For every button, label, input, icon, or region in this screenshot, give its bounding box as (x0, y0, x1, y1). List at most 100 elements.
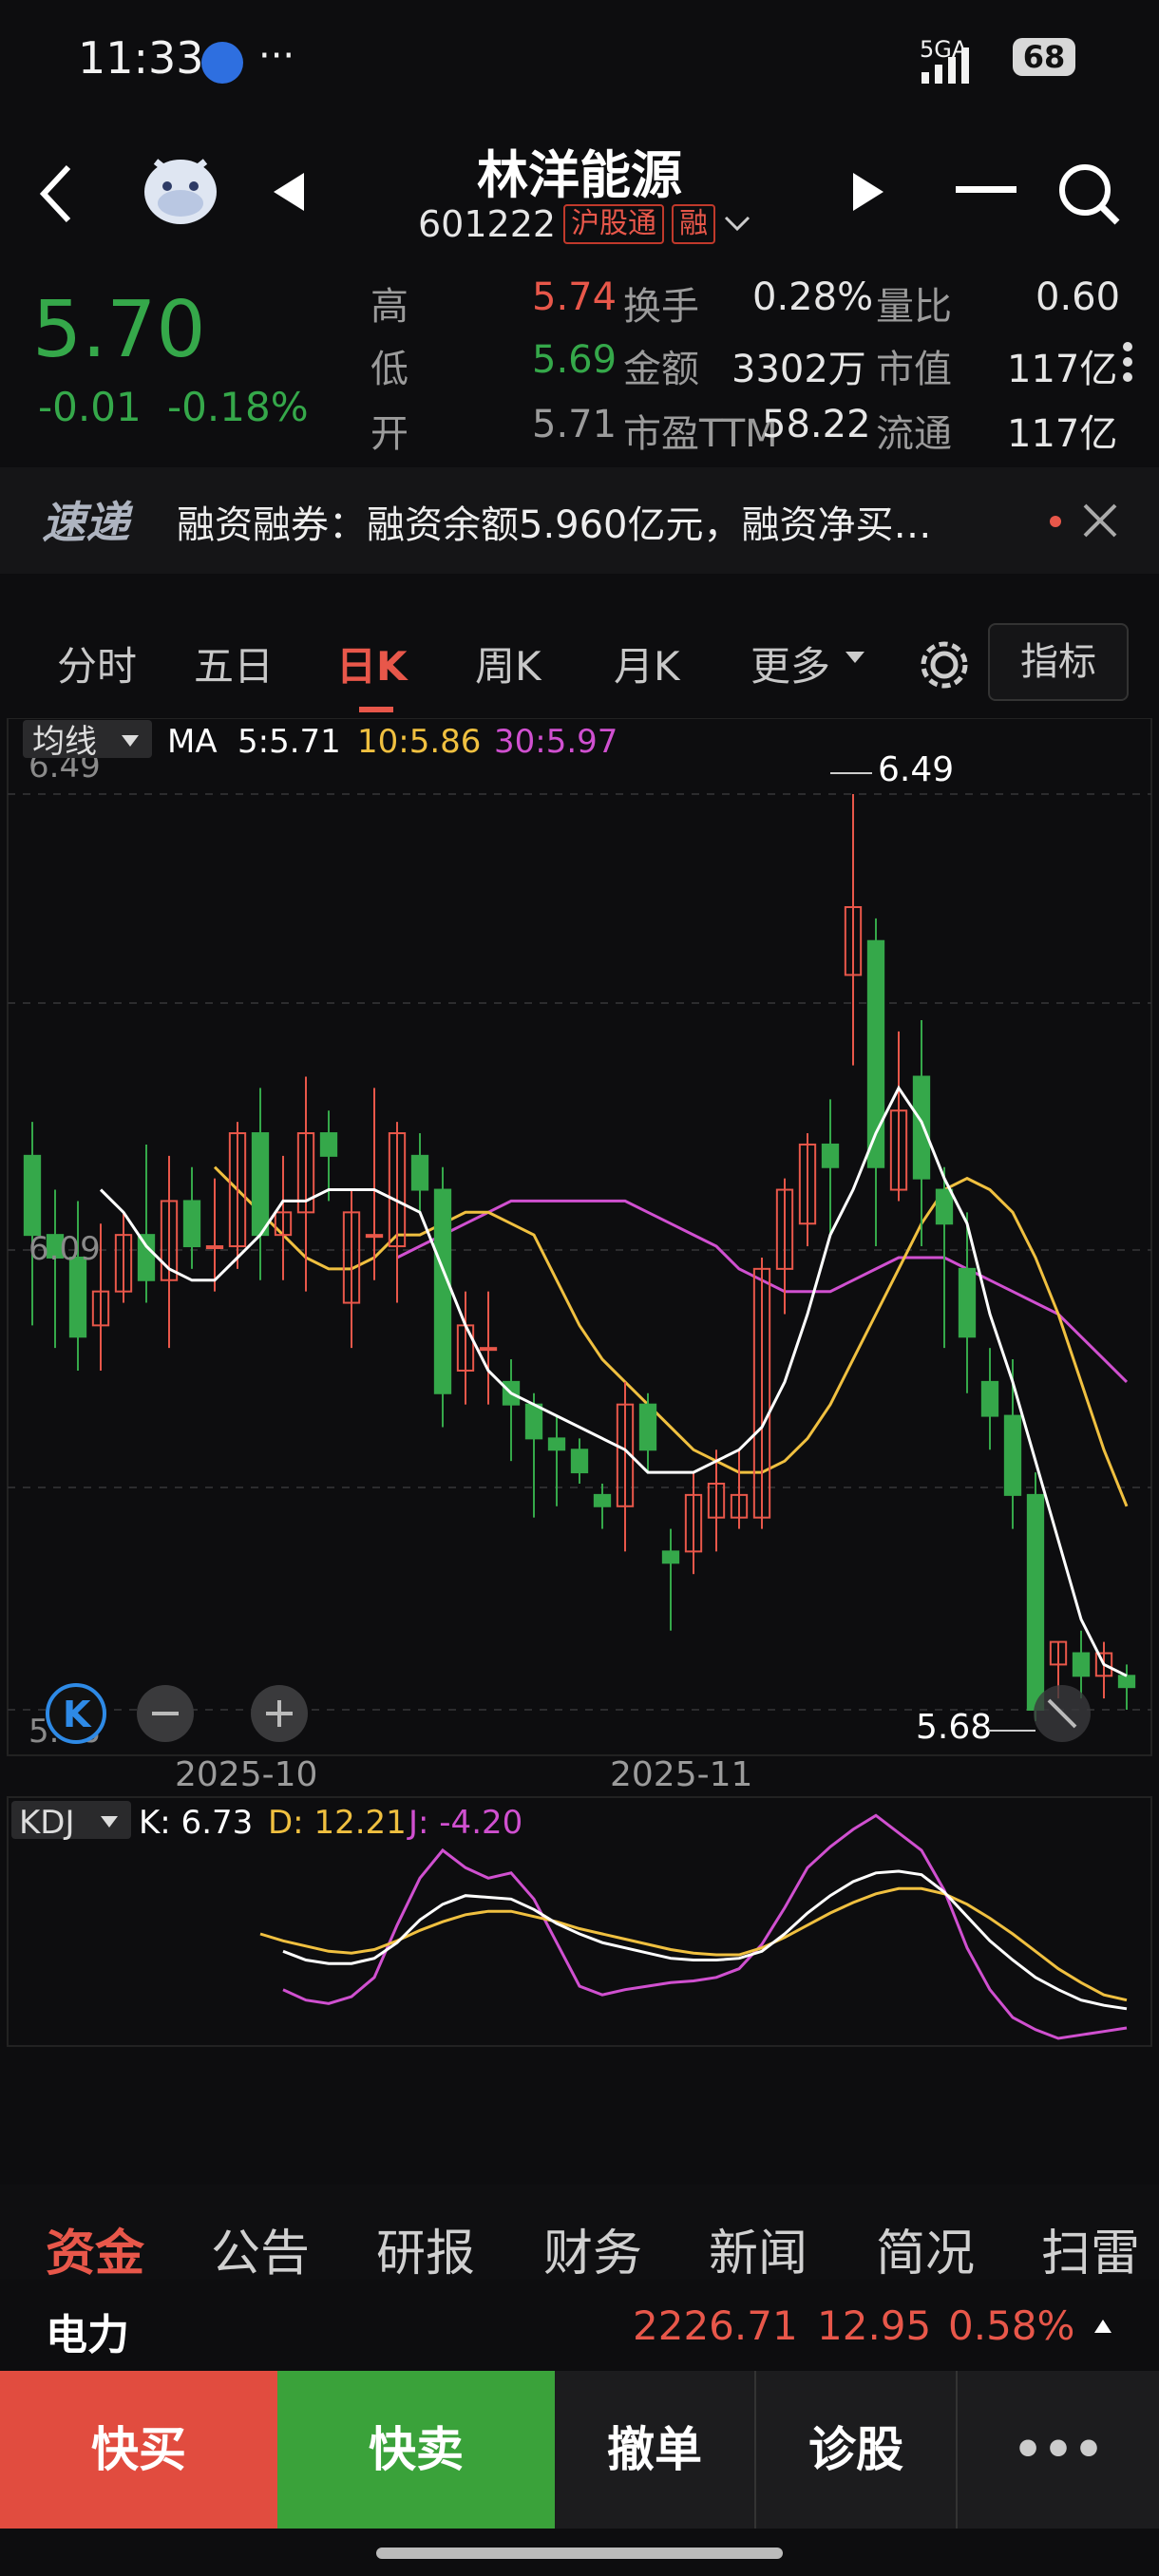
candle (433, 1166, 452, 1428)
x-label-oct: 2025-10 (175, 1755, 317, 1794)
news-text: 融资融券：融资余额5.960亿元，融资净买… (177, 503, 932, 547)
candle (798, 1133, 817, 1247)
kdj-d-polyline (259, 1886, 1128, 2002)
value-high: 5.74 (532, 275, 618, 319)
news-logo: 速递 (42, 497, 129, 548)
search-icon[interactable] (1056, 161, 1121, 226)
candle-body (912, 1075, 931, 1180)
ma-legend[interactable]: 均线 MA 5:5.71 10:5.86 30:5.97 (23, 720, 618, 761)
candle (570, 1438, 589, 1484)
value-pe: 58.22 (762, 403, 871, 446)
candle (1117, 1664, 1136, 1710)
tab-five-day[interactable]: 五日 (194, 635, 274, 692)
label-float-cap: 流通 (876, 412, 952, 456)
value-float-cap: 117亿 (1007, 412, 1118, 456)
candle (1026, 1472, 1045, 1721)
tab-weekly-k[interactable]: 周K (475, 635, 542, 692)
candle (866, 918, 885, 1247)
tab-daily-k[interactable]: 日K (336, 635, 408, 692)
candle-body (524, 1403, 543, 1440)
more-actions-button[interactable]: ••• (958, 2371, 1159, 2529)
candle (410, 1133, 429, 1213)
sector-row[interactable]: 电力 2226.71 12.95 0.58% (0, 2282, 1159, 2371)
candle (274, 1155, 293, 1280)
candle-body (935, 1188, 954, 1225)
tab-announcements[interactable]: 公告 (211, 2213, 310, 2284)
candle (251, 1088, 270, 1280)
tab-risk-scan[interactable]: 扫雷 (1041, 2213, 1140, 2284)
candles (23, 794, 1136, 1721)
settings-gear-icon[interactable] (916, 636, 973, 693)
annotation-high: 6.49 (878, 750, 954, 789)
kdj-legend[interactable]: KDJ K: 6.73 D: 12.21 J: -4.20 (11, 1801, 522, 1842)
browser-app-icon (201, 42, 243, 84)
candle-body (1026, 1493, 1045, 1711)
candle (319, 1110, 338, 1202)
value-volume-ratio: 0.60 (1036, 275, 1121, 319)
candle (479, 1291, 498, 1405)
candle-body (365, 1234, 384, 1239)
kdj-k-polyline (282, 1869, 1128, 2011)
tab-news[interactable]: 新闻 (709, 2213, 808, 2284)
tab-overview[interactable]: 简况 (876, 2213, 975, 2284)
more-vertical-icon[interactable] (1121, 340, 1134, 384)
indicator-button[interactable]: 指标 (988, 623, 1129, 701)
candle-body (958, 1267, 977, 1338)
quick-sell-button[interactable]: 快卖 (277, 2371, 555, 2529)
candle (593, 1483, 612, 1529)
tab-intraday[interactable]: 分时 (57, 635, 137, 692)
unread-dot-icon (1050, 516, 1061, 527)
candle-body (137, 1234, 156, 1281)
change-percent: -0.18% (167, 384, 309, 430)
cancel-order-button[interactable]: 撤单 (555, 2371, 756, 2529)
label-market-cap: 市值 (876, 348, 952, 391)
candle (160, 1155, 179, 1349)
stock-code-row[interactable]: 601222 沪股通 融 (418, 203, 751, 245)
candle-body (182, 1200, 201, 1248)
candle (889, 1031, 908, 1202)
candle (616, 1381, 635, 1552)
battery-icon: 68 (1013, 38, 1075, 76)
label-high: 高 (370, 285, 408, 329)
tab-monthly-k[interactable]: 月K (614, 635, 680, 692)
change-value: -0.01 (38, 384, 142, 430)
close-icon[interactable] (1081, 502, 1119, 540)
candle (114, 1212, 133, 1303)
diagnose-button[interactable]: 诊股 (756, 2371, 958, 2529)
candle-body (547, 1437, 566, 1451)
tab-funds[interactable]: 资金 (46, 2213, 144, 2284)
tab-more[interactable]: 更多 (750, 635, 830, 692)
candle (844, 794, 863, 1066)
chevron-down-icon (725, 216, 750, 232)
label-pe: 市盈TTM (623, 412, 778, 456)
sector-change: 12.95 (817, 2302, 932, 2349)
kline-chart[interactable]: 6.49 6.09 5.68 2025-10 2025-11 6.49 5.68… (0, 718, 1159, 2143)
value-low: 5.69 (532, 338, 618, 382)
candle (68, 1201, 87, 1371)
sector-value: 2226.71 (633, 2302, 798, 2349)
candle (137, 1144, 156, 1303)
label-amount: 金额 (623, 348, 699, 391)
label-low: 低 (370, 348, 408, 391)
value-open: 5.71 (532, 403, 618, 446)
news-banner[interactable]: 速递 融资融券：融资余额5.960亿元，融资净买… (0, 467, 1159, 574)
ma30-value: 30:5.97 (494, 723, 618, 761)
kdj-j-value: J: -4.20 (407, 1804, 522, 1842)
ma-legend-label: 均线 (32, 723, 97, 761)
value-turnover: 0.28% (752, 275, 874, 319)
candle-body (1003, 1414, 1022, 1496)
candle (46, 1189, 65, 1349)
candle (547, 1415, 566, 1506)
expand-up-icon[interactable] (1094, 2320, 1112, 2333)
more-notifications-icon: ··· (258, 34, 295, 78)
margin-tag: 融 (672, 204, 716, 244)
candle-body (821, 1143, 840, 1168)
tab-financials[interactable]: 财务 (543, 2213, 642, 2284)
minimize-icon[interactable] (956, 186, 1016, 196)
value-amount: 3302万 (732, 348, 866, 391)
next-stock-icon[interactable] (851, 171, 885, 213)
quick-buy-button[interactable]: 快买 (0, 2371, 277, 2529)
kdj-legend-label: KDJ (19, 1804, 75, 1842)
candle-body (593, 1493, 612, 1507)
tab-research[interactable]: 研报 (376, 2213, 475, 2284)
